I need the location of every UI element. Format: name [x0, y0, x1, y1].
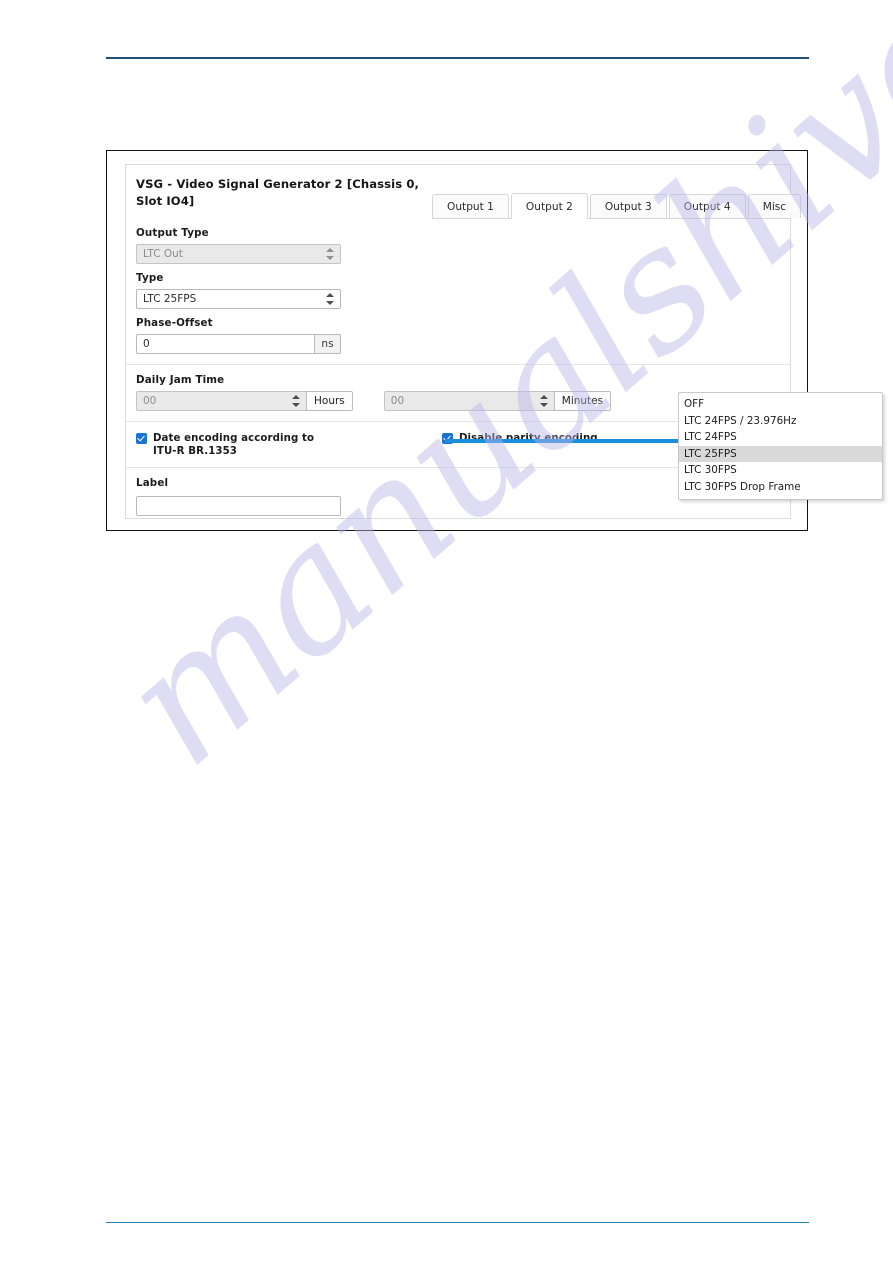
- label-input[interactable]: [136, 496, 341, 516]
- phase-offset-input[interactable]: 0: [136, 334, 314, 354]
- dropdown-option-ltc-24fps-23976hz[interactable]: LTC 24FPS / 23.976Hz: [679, 413, 882, 430]
- page-header-rule: [106, 57, 809, 59]
- date-encoding-label: Date encoding according to ITU-R BR.1353: [153, 433, 315, 457]
- dropdown-option-off[interactable]: OFF: [679, 396, 882, 413]
- type-value: LTC 25FPS: [143, 293, 197, 305]
- tab-output-4[interactable]: Output 4: [668, 194, 746, 218]
- spinner-arrows-icon: [539, 395, 548, 407]
- dropdown-option-ltc-25fps[interactable]: LTC 25FPS: [679, 445, 882, 463]
- type-label: Type: [136, 272, 164, 284]
- dropdown-option-ltc-30fps-drop-frame[interactable]: LTC 30FPS Drop Frame: [679, 479, 882, 496]
- spinner-arrows-icon: [326, 293, 334, 305]
- dropdown-option-ltc-24fps[interactable]: LTC 24FPS: [679, 429, 882, 446]
- checkmark-icon[interactable]: [136, 433, 147, 444]
- spinner-arrows-icon: [292, 395, 300, 407]
- jam-minutes-unit: Minutes: [553, 391, 612, 411]
- daily-jam-time-label: Daily Jam Time: [136, 374, 225, 386]
- panel-header: VSG - Video Signal Generator 2 [Chassis …: [126, 165, 802, 219]
- output-type-value: LTC Out: [143, 248, 183, 260]
- callout-connector-line: [445, 439, 681, 443]
- jam-minutes-select[interactable]: 00: [383, 391, 554, 411]
- type-dropdown-popup[interactable]: OFF LTC 24FPS / 23.976Hz LTC 24FPS LTC 2…: [678, 392, 883, 500]
- spinner-arrows-icon: [326, 248, 334, 260]
- disable-parity-checkbox-item[interactable]: Disable parity encoding: [442, 432, 598, 458]
- type-select[interactable]: LTC 25FPS: [136, 289, 341, 309]
- page-footer-rule: [106, 1222, 809, 1223]
- phase-offset-label: Phase-Offset: [136, 317, 213, 329]
- jam-minutes-group: 00 Minutes: [383, 391, 612, 411]
- tab-output-1[interactable]: Output 1: [432, 194, 509, 218]
- jam-minutes-value: 00: [390, 395, 405, 407]
- tab-misc[interactable]: Misc: [747, 194, 802, 218]
- jam-hours-select[interactable]: 00: [136, 391, 306, 411]
- tab-bar: Output 1 Output 2 Output 3 Output 4 Misc: [432, 192, 802, 219]
- output-type-select[interactable]: LTC Out: [136, 244, 341, 264]
- jam-hours-group: 00 Hours: [136, 391, 353, 411]
- page-title: VSG - Video Signal Generator 2 [Chassis …: [136, 177, 420, 208]
- phase-offset-row: 0 ns: [136, 334, 780, 354]
- dropdown-option-ltc-30fps[interactable]: LTC 30FPS: [679, 462, 882, 479]
- jam-hours-unit: Hours: [306, 391, 353, 411]
- tab-output-2[interactable]: Output 2: [510, 193, 588, 219]
- date-encoding-checkbox-item[interactable]: Date encoding according to ITU-R BR.1353: [136, 432, 338, 458]
- tab-output-3[interactable]: Output 3: [589, 194, 667, 218]
- section-output-settings: Output Type LTC Out Type LTC 25FPS Phase…: [126, 218, 790, 364]
- phase-offset-unit: ns: [314, 334, 341, 354]
- output-type-label: Output Type: [136, 227, 209, 239]
- screenshot-figure-frame: VSG - Video Signal Generator 2 [Chassis …: [106, 150, 883, 531]
- jam-hours-value: 00: [143, 395, 157, 407]
